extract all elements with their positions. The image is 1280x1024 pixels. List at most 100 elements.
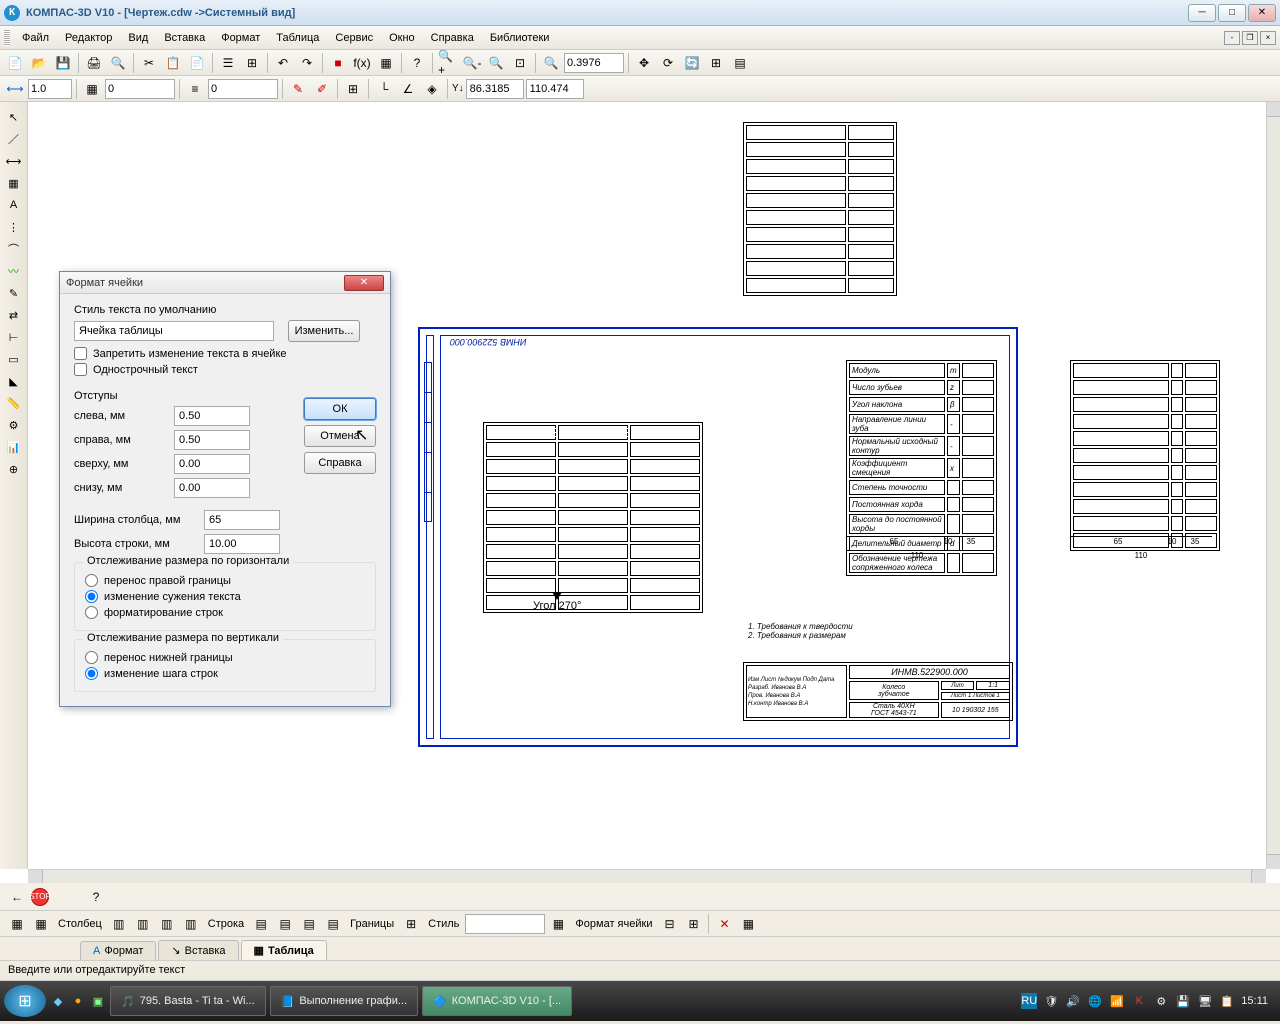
menu-file[interactable]: Файл (14, 30, 57, 46)
task-winamp[interactable]: 🎵795. Basta - Ti ta - Wi... (110, 986, 266, 1016)
mirror-tool-icon[interactable]: ⇄ (3, 305, 25, 325)
single-line-checkbox[interactable]: Однострочный текст (74, 363, 376, 376)
ql-2-icon[interactable]: ● (70, 993, 86, 1009)
redo-icon[interactable]: ↷ (296, 52, 318, 74)
task-kompas[interactable]: 🔷КОМПАС-3D V10 - [... (422, 986, 572, 1016)
clock[interactable]: 15:11 (1241, 995, 1268, 1007)
zoom-window-icon[interactable]: 🔍 (485, 52, 507, 74)
point-tool-icon[interactable]: ⋮ (3, 217, 25, 237)
round-icon[interactable]: ◈ (421, 78, 443, 100)
arc-tool-icon[interactable]: ⌒ (3, 239, 25, 259)
export-icon[interactable]: ▦ (737, 913, 759, 935)
tray-icon-4[interactable]: 📶 (1109, 993, 1125, 1009)
zoom-in-icon[interactable]: 🔍+ (437, 52, 459, 74)
menu-format[interactable]: Формат (213, 30, 268, 46)
tray-icon-6[interactable]: ⚙ (1153, 993, 1169, 1009)
zoom-fit-icon[interactable]: ⊡ (509, 52, 531, 74)
indent-bottom-input[interactable] (174, 478, 250, 498)
open-icon[interactable]: 📂 (28, 52, 50, 74)
ql-1-icon[interactable]: ◆ (50, 993, 66, 1009)
dim-tool-icon[interactable]: ⟷ (3, 151, 25, 171)
h-radio-2[interactable]: изменение сужения текста (85, 590, 365, 603)
delete-row-icon[interactable]: ▤ (298, 913, 320, 935)
task-word[interactable]: 📘Выполнение графи... (270, 986, 418, 1016)
indent-top-input[interactable] (174, 454, 250, 474)
h-radio-3[interactable]: форматирование строк (85, 606, 365, 619)
vars-icon[interactable]: ▦ (375, 52, 397, 74)
menu-service[interactable]: Сервис (327, 30, 381, 46)
trim-tool-icon[interactable]: ⊢ (3, 327, 25, 347)
ok-button[interactable]: ОК (304, 398, 376, 420)
zoom-out-icon[interactable]: 🔍- (461, 52, 483, 74)
split-row-icon[interactable]: ▤ (322, 913, 344, 935)
text-tool-icon[interactable]: А (3, 195, 25, 215)
edit-tool-icon[interactable]: ✎ (3, 283, 25, 303)
minimize-button[interactable]: ─ (1188, 4, 1216, 22)
stop-icon[interactable]: STOP (31, 888, 49, 906)
copy-icon[interactable]: 📋 (162, 52, 184, 74)
print-icon[interactable]: 🖨 (83, 52, 105, 74)
grid-icon[interactable]: ⊞ (705, 52, 727, 74)
tray-icon-3[interactable]: 🌐 (1087, 993, 1103, 1009)
row-height-input[interactable] (204, 534, 280, 554)
menu-window[interactable]: Окно (381, 30, 423, 46)
menu-view[interactable]: Вид (120, 30, 156, 46)
tray-icon-9[interactable]: 📋 (1219, 993, 1235, 1009)
linestyle-icon[interactable]: ≡ (184, 78, 206, 100)
back-icon[interactable]: ← (6, 886, 28, 908)
tray-icon-1[interactable]: 🛡 (1043, 993, 1059, 1009)
fx-icon[interactable]: f(x) (351, 52, 373, 74)
measure-icon[interactable]: ⟷ (4, 78, 26, 100)
tab-insert[interactable]: ↘Вставка (158, 940, 238, 960)
indent-right-input[interactable] (174, 430, 250, 450)
mdi-close-button[interactable]: × (1260, 31, 1276, 45)
vertical-scrollbar[interactable] (1266, 102, 1280, 869)
snap1-icon[interactable]: ✎ (287, 78, 309, 100)
cell-fmt-icon[interactable]: ▦ (547, 913, 569, 935)
borders-icon[interactable]: ⊞ (400, 913, 422, 935)
cancel-button[interactable]: Отмена (304, 425, 376, 447)
menu-edit[interactable]: Редактор (57, 30, 120, 46)
help-context-icon[interactable]: ? (85, 886, 107, 908)
hatch-tool-icon[interactable]: ▦ (3, 173, 25, 193)
lib-icon[interactable]: ■ (327, 52, 349, 74)
horizontal-scrollbar[interactable] (28, 869, 1266, 883)
measure-tool-icon[interactable]: 📏 (3, 393, 25, 413)
layers-icon[interactable]: ▤ (729, 52, 751, 74)
change-button[interactable]: Изменить... (288, 320, 360, 342)
select-tool-icon[interactable]: ↖ (3, 107, 25, 127)
report-tool-icon[interactable]: 📊 (3, 437, 25, 457)
ortho-icon[interactable]: └ (373, 78, 395, 100)
cut-icon[interactable]: ✂ (138, 52, 160, 74)
v-radio-1[interactable]: перенос нижней границы (85, 651, 365, 664)
scale-select[interactable] (28, 79, 72, 99)
menu-table[interactable]: Таблица (268, 30, 327, 46)
misc-tool-icon[interactable]: ⊕ (3, 459, 25, 479)
table2-icon[interactable]: ▦ (30, 913, 52, 935)
delete-col-icon[interactable]: ▥ (156, 913, 178, 935)
angle-icon[interactable]: ∠ (397, 78, 419, 100)
v-radio-2[interactable]: изменение шага строк (85, 667, 365, 680)
properties-icon[interactable]: ☰ (217, 52, 239, 74)
dialog-titlebar[interactable]: Формат ячейки ✕ (60, 272, 390, 294)
h-radio-1[interactable]: перенос правой границы (85, 574, 365, 587)
del-table-icon[interactable]: ✕ (713, 913, 735, 935)
table-icon[interactable]: ▦ (6, 913, 28, 935)
ql-3-icon[interactable]: ▣ (90, 993, 106, 1009)
insert-col-left-icon[interactable]: ▥ (108, 913, 130, 935)
snap2-icon[interactable]: ✐ (311, 78, 333, 100)
insert-row-below-icon[interactable]: ▤ (274, 913, 296, 935)
help-icon[interactable]: ? (406, 52, 428, 74)
col-width-input[interactable] (204, 510, 280, 530)
editing-table[interactable] (483, 422, 703, 613)
spline-tool-icon[interactable]: 〰 (3, 261, 25, 281)
tray-icon-5[interactable]: K (1131, 993, 1147, 1009)
merge-icon[interactable]: ⊟ (658, 913, 680, 935)
pan-icon[interactable]: ✥ (633, 52, 655, 74)
help-button[interactable]: Справка (304, 452, 376, 474)
chamfer-tool-icon[interactable]: ◣ (3, 371, 25, 391)
start-button[interactable]: ⊞ (4, 985, 46, 1017)
insert-row-above-icon[interactable]: ▤ (250, 913, 272, 935)
undo-icon[interactable]: ↶ (272, 52, 294, 74)
tab-format[interactable]: AФормат (80, 941, 156, 960)
